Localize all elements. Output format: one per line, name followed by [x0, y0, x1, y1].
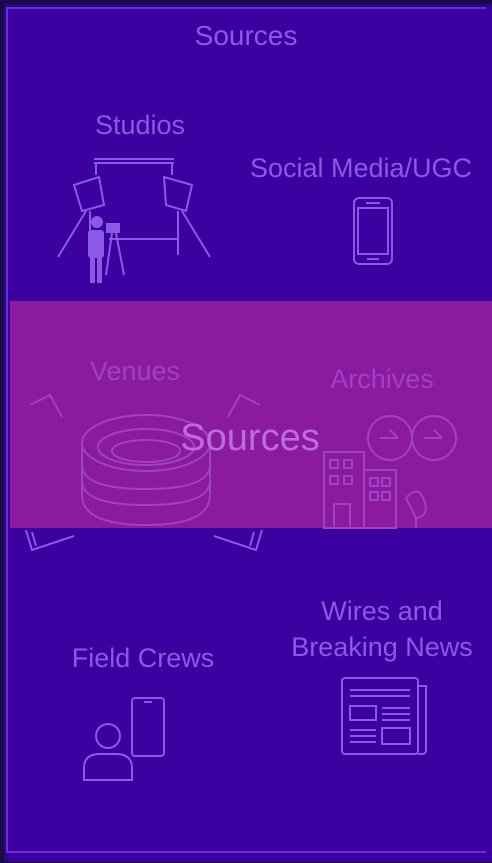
- reporter-phone-icon: [83, 697, 165, 781]
- archives-label: Archives: [330, 364, 434, 394]
- smartphone-icon: [353, 197, 393, 265]
- studio-camera-icon: [57, 158, 211, 283]
- field-crews-label: Field Crews: [71, 643, 215, 673]
- social-media-label: Social Media/UGC: [249, 153, 473, 183]
- newspaper-icon: [341, 677, 427, 755]
- wires-label-line1: Wires and: [321, 596, 443, 626]
- archive-building-icon: [323, 451, 427, 529]
- wires-label-line2: Breaking News: [291, 632, 473, 662]
- venues-label: Venues: [89, 356, 181, 386]
- overlay-title: Sources: [180, 417, 320, 459]
- studios-label: Studios: [94, 110, 186, 140]
- stadium-icon: [29, 393, 261, 527]
- diagram-title: Sources: [194, 20, 298, 51]
